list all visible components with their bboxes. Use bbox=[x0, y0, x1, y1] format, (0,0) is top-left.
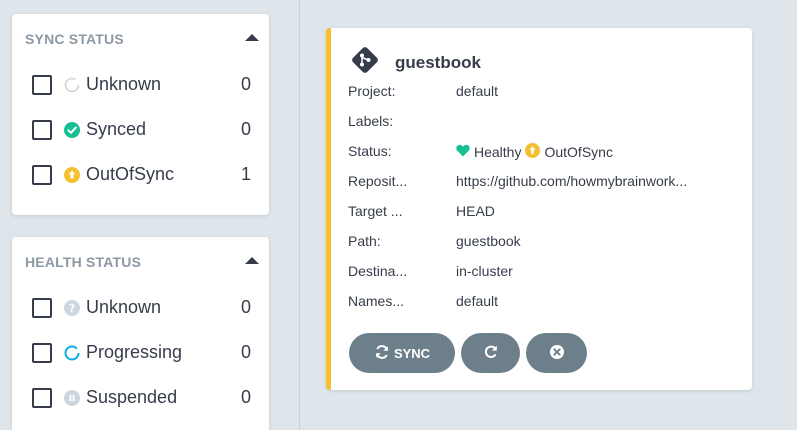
checkbox[interactable] bbox=[32, 74, 52, 95]
field-label-repository: Reposit... bbox=[348, 173, 408, 189]
project-value: default bbox=[456, 83, 499, 99]
sync-icon bbox=[374, 344, 390, 363]
delete-button[interactable] bbox=[526, 333, 587, 373]
card-actions: SYNC bbox=[349, 333, 593, 373]
filter-count: 0 bbox=[240, 387, 251, 407]
filter-count: 0 bbox=[240, 297, 251, 317]
sync-status-text: OutOfSync bbox=[544, 144, 613, 160]
checkbox[interactable] bbox=[32, 387, 52, 408]
sync-status-title: SYNC STATUS bbox=[25, 31, 124, 47]
collapse-caret-icon[interactable] bbox=[245, 257, 259, 264]
filter-label: OutOfSync bbox=[86, 164, 175, 184]
git-diamond-icon bbox=[350, 45, 380, 80]
filter-count: 0 bbox=[240, 119, 251, 139]
filter-label: Suspended bbox=[86, 387, 178, 407]
check-circle-icon bbox=[64, 121, 80, 138]
arrow-up-circle-icon bbox=[525, 143, 541, 161]
filter-count: 1 bbox=[240, 164, 251, 184]
filter-count: 0 bbox=[240, 342, 251, 362]
times-circle-icon bbox=[549, 344, 565, 363]
heart-icon bbox=[456, 144, 470, 160]
health-status-title: HEALTH STATUS bbox=[25, 254, 142, 270]
target-revision-value: HEAD bbox=[456, 203, 495, 219]
filter-count: 0 bbox=[240, 74, 251, 94]
field-label-status: Status: bbox=[348, 143, 392, 159]
namespace-value: default bbox=[456, 293, 499, 309]
redo-icon bbox=[483, 344, 499, 363]
circle-notch-icon bbox=[64, 77, 80, 93]
status-value: Healthy OutOfSync bbox=[456, 143, 617, 161]
field-label-namespace: Names... bbox=[348, 293, 405, 309]
filter-sync-outofsync[interactable]: OutOfSync 1 bbox=[12, 152, 269, 197]
field-label-labels: Labels: bbox=[348, 113, 394, 129]
filter-sync-unknown[interactable]: Unknown 0 bbox=[12, 62, 269, 107]
health-status-panel: HEALTH STATUS ? Unknown 0 Progressing 0 … bbox=[12, 237, 269, 430]
checkbox[interactable] bbox=[32, 342, 52, 363]
filter-label: Synced bbox=[86, 119, 147, 139]
field-label-destination: Destina... bbox=[348, 263, 408, 279]
filter-health-progressing[interactable]: Progressing 0 bbox=[12, 330, 269, 375]
sync-button-label: SYNC bbox=[393, 345, 431, 361]
refresh-button[interactable] bbox=[461, 333, 520, 373]
progress-circle-icon bbox=[64, 345, 80, 361]
sync-button[interactable]: SYNC bbox=[349, 333, 455, 373]
health-status-text: Healthy bbox=[474, 144, 522, 160]
checkbox[interactable] bbox=[32, 119, 52, 140]
sync-status-header[interactable]: SYNC STATUS bbox=[12, 14, 269, 62]
filters-sidebar: SYNC STATUS Unknown 0 Synced 0 OutOfSync bbox=[0, 0, 300, 430]
field-label-project: Project: bbox=[348, 83, 396, 99]
filter-label: Progressing bbox=[86, 342, 183, 362]
repository-value: https://github.com/howmybrainwork... bbox=[456, 173, 688, 189]
collapse-caret-icon[interactable] bbox=[245, 34, 259, 41]
field-label-target: Target ... bbox=[348, 203, 403, 219]
application-card[interactable]: guestbook Project: default Labels: Statu… bbox=[326, 28, 752, 390]
app-name[interactable]: guestbook bbox=[395, 53, 481, 73]
sync-status-panel: SYNC STATUS Unknown 0 Synced 0 OutOfSync bbox=[12, 14, 269, 215]
arrow-up-circle-icon bbox=[64, 166, 80, 183]
destination-value: in-cluster bbox=[456, 263, 513, 279]
checkbox[interactable] bbox=[32, 164, 52, 185]
filter-sync-synced[interactable]: Synced 0 bbox=[12, 107, 269, 152]
filter-health-suspended[interactable]: Suspended 0 bbox=[12, 375, 269, 420]
checkbox[interactable] bbox=[32, 297, 52, 318]
question-circle-icon: ? bbox=[64, 299, 80, 316]
health-status-header[interactable]: HEALTH STATUS bbox=[12, 237, 269, 285]
app-title: guestbook bbox=[350, 45, 481, 80]
filter-health-unknown[interactable]: ? Unknown 0 bbox=[12, 285, 269, 330]
filter-label: Unknown bbox=[86, 297, 162, 317]
svg-text:?: ? bbox=[69, 302, 75, 315]
field-label-path: Path: bbox=[348, 233, 381, 249]
filter-label: Unknown bbox=[86, 74, 162, 94]
path-value: guestbook bbox=[456, 233, 521, 249]
pause-circle-icon bbox=[64, 389, 80, 406]
